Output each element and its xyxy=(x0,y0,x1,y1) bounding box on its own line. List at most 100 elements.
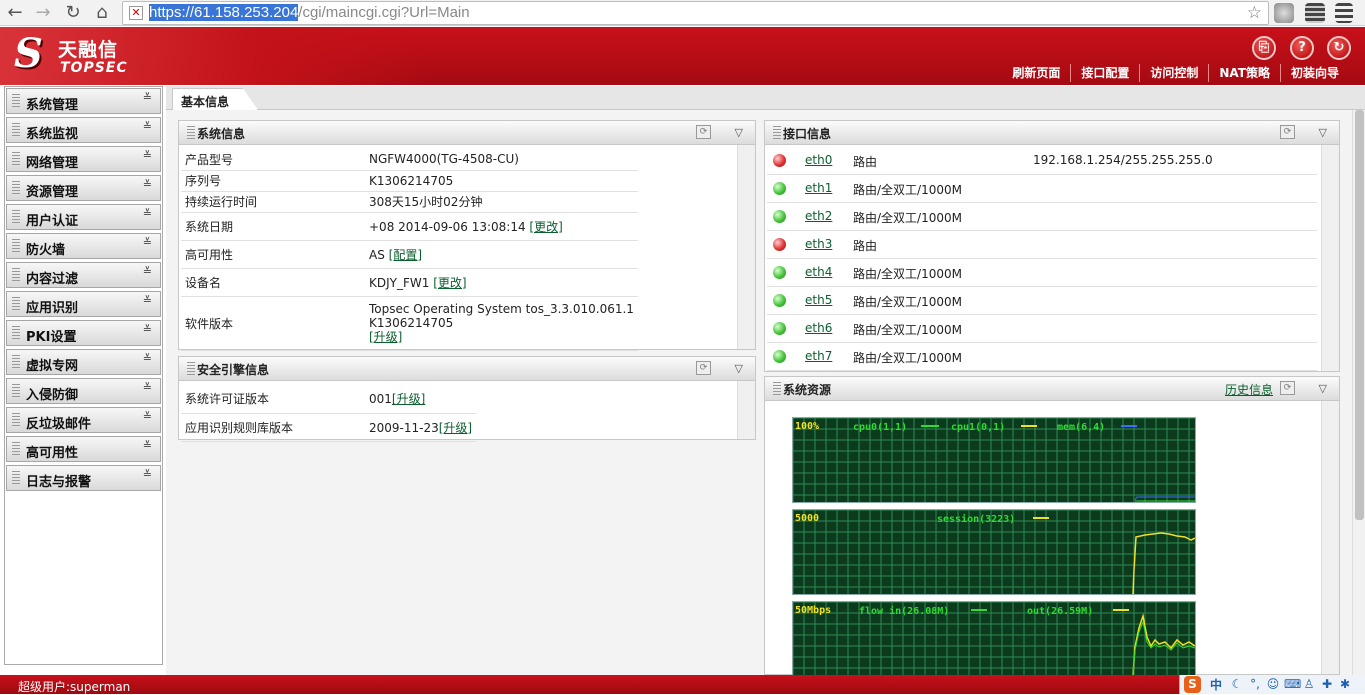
change-device-name-link[interactable]: [更改] xyxy=(433,276,466,290)
forward-icon[interactable]: → xyxy=(32,2,54,24)
sidebar-item-ips[interactable]: 入侵防御 ≚ xyxy=(6,378,161,404)
panel-title: 系统信息 xyxy=(197,127,246,141)
address-bar[interactable]: ✕ https://61.158.253.204/cgi/maincgi.cgi… xyxy=(122,1,1269,25)
extension-qr-icon[interactable] xyxy=(1305,3,1325,23)
keyboard-icon[interactable]: ⌨ xyxy=(1284,677,1301,691)
interface-link[interactable]: eth1 xyxy=(805,181,832,195)
flow-graph: 50Mbps flow in(26.08M) out(26.59M) xyxy=(792,601,1196,676)
grip-icon xyxy=(12,413,20,427)
grip-icon[interactable] xyxy=(773,382,781,396)
sidebar-item-resources[interactable]: 资源管理 ≚ xyxy=(6,175,161,201)
sidebar-item-firewall[interactable]: 防火墙 ≚ xyxy=(6,233,161,259)
sidebar-item-label: 内容过滤 xyxy=(26,272,79,287)
table-row: 序列号 K1306214705 xyxy=(181,170,638,192)
sidebar-item-vpn[interactable]: 虚拟专网 ≚ xyxy=(6,349,161,375)
ime-mode-label[interactable]: 中 xyxy=(1210,676,1222,693)
sidebar-item-app-recognition[interactable]: 应用识别 ≚ xyxy=(6,291,161,317)
reload-icon[interactable]: ↻ xyxy=(62,2,84,24)
nav-access-control[interactable]: 访问控制 xyxy=(1139,64,1208,82)
sidebar-item-pki[interactable]: PKI设置 ≚ xyxy=(6,320,161,346)
collapse-icon[interactable]: ▽ xyxy=(1319,126,1327,139)
collapse-icon[interactable]: ▽ xyxy=(735,362,743,375)
interface-link[interactable]: eth5 xyxy=(805,293,832,307)
sogou-ime-icon[interactable]: S xyxy=(1184,676,1201,693)
interface-mode: 路由 xyxy=(853,239,878,253)
interface-link[interactable]: eth6 xyxy=(805,321,832,335)
sidebar-item-system-monitor[interactable]: 系统监视 ≚ xyxy=(6,117,161,143)
moon-icon[interactable]: ☾ xyxy=(1230,677,1244,691)
refresh-icon[interactable]: ⟳ xyxy=(696,125,711,139)
info-key: 设备名 xyxy=(181,268,365,297)
grip-icon xyxy=(12,297,20,311)
grip-icon[interactable] xyxy=(187,126,195,140)
table-row: 系统许可证版本 001[升级] xyxy=(181,385,477,414)
smile-icon[interactable]: ☺ xyxy=(1266,677,1280,691)
help-icon[interactable]: ? xyxy=(1290,36,1314,60)
legend-session: session(3223) xyxy=(937,513,1015,525)
interface-row: eth3 路由 xyxy=(767,231,1317,259)
info-key: 产品型号 xyxy=(181,149,365,171)
collapse-icon[interactable]: ▽ xyxy=(1319,382,1327,395)
refresh-icon[interactable]: ⟳ xyxy=(696,361,711,375)
nav-setup-wizard[interactable]: 初装向导 xyxy=(1279,64,1349,82)
url-text[interactable]: https://61.158.253.204/cgi/maincgi.cgi?U… xyxy=(149,4,470,21)
sidebar-item-network[interactable]: 网络管理 ≚ xyxy=(6,146,161,172)
panel-scrollbar[interactable] xyxy=(1321,401,1339,674)
sidebar-item-anti-spam[interactable]: 反垃圾邮件 ≚ xyxy=(6,407,161,433)
refresh-icon[interactable]: ⟳ xyxy=(1280,125,1295,139)
upgrade-license-link[interactable]: [升级] xyxy=(392,392,425,406)
sidebar-item-logs-alerts[interactable]: 日志与报警 ≚ xyxy=(6,465,161,491)
logo-chinese: 天融信 xyxy=(58,39,119,61)
interface-mode: 路由/全双工/1000M xyxy=(853,323,962,337)
browser-menu-icon[interactable] xyxy=(1335,3,1353,23)
panel-scrollbar[interactable] xyxy=(1321,145,1339,371)
sidebar-item-system-management[interactable]: 系统管理 ≚ xyxy=(6,88,161,114)
interface-link[interactable]: eth4 xyxy=(805,265,832,279)
interface-link[interactable]: eth0 xyxy=(805,153,832,167)
table-row: 产品型号 NGFW4000(TG-4508-CU) xyxy=(181,149,638,171)
collapse-icon[interactable]: ▽ xyxy=(735,126,743,139)
grip-icon[interactable] xyxy=(187,362,195,376)
ha-config-link[interactable]: [配置] xyxy=(389,248,422,262)
engine-info-table: 系统许可证版本 001[升级] 应用识别规则库版本 2009-11-23[升级] xyxy=(181,385,477,442)
extension-globe-icon[interactable] xyxy=(1274,3,1294,23)
interface-link[interactable]: eth2 xyxy=(805,209,832,223)
refresh-icon[interactable]: ⟳ xyxy=(1280,381,1295,395)
change-date-link[interactable]: [更改] xyxy=(529,220,562,234)
bookmark-star-icon[interactable]: ☆ xyxy=(1247,3,1262,23)
grip-icon[interactable] xyxy=(773,126,781,140)
panel-scrollbar[interactable] xyxy=(737,381,755,439)
interface-link[interactable]: eth7 xyxy=(805,349,832,363)
save-icon[interactable]: ⎘ xyxy=(1252,36,1276,60)
tools-icon[interactable]: ✱ xyxy=(1338,677,1352,691)
panel-scrollbar[interactable] xyxy=(737,145,755,349)
sidebar-item-ha[interactable]: 高可用性 ≚ xyxy=(6,436,161,462)
sidebar-item-content-filter[interactable]: 内容过滤 ≚ xyxy=(6,262,161,288)
mem-line xyxy=(1134,496,1195,501)
nav-interface-config[interactable]: 接口配置 xyxy=(1070,64,1139,82)
page-scrollbar[interactable] xyxy=(1352,110,1365,675)
sidebar-item-user-auth[interactable]: 用户认证 ≚ xyxy=(6,204,161,230)
interface-link[interactable]: eth3 xyxy=(805,237,832,251)
sidebar: 系统管理 ≚ 系统监视 ≚ 网络管理 ≚ 资源管理 ≚ 用户认证 ≚ 防火墙 ≚ 内容过滤 ≚… xyxy=(4,86,163,665)
back-icon[interactable]: ← xyxy=(4,2,26,24)
chevron-down-icon: ≚ xyxy=(142,410,152,423)
punctuation-icon[interactable]: °, xyxy=(1248,677,1262,691)
info-value: K1306214705 xyxy=(365,170,638,192)
panel-title: 系统资源 xyxy=(783,383,832,397)
insecure-lock-icon[interactable]: ✕ xyxy=(129,6,143,20)
shirt-icon[interactable]: ✚ xyxy=(1320,677,1334,691)
tab-basic-info[interactable]: 基本信息 xyxy=(172,88,258,110)
logout-icon[interactable]: ↻ xyxy=(1327,36,1351,60)
panel-header: 系统资源 历史信息 ⟳ ▽ xyxy=(765,377,1339,401)
main-content: 系统信息 ⟳ ▽ 产品型号 NGFW4000(TG-4508-CU) 序列号 K13… xyxy=(166,110,1352,676)
user-icon[interactable]: ♙ xyxy=(1302,677,1316,691)
home-icon[interactable]: ⌂ xyxy=(91,2,113,24)
history-info-link[interactable]: 历史信息 xyxy=(1225,381,1273,398)
grip-icon xyxy=(12,268,20,282)
nav-refresh[interactable]: 刷新页面 xyxy=(1002,64,1070,82)
upgrade-rulebase-link[interactable]: [升级] xyxy=(439,421,472,435)
page-scrollbar-thumb[interactable] xyxy=(1355,110,1364,520)
nav-nat-policy[interactable]: NAT策略 xyxy=(1208,64,1280,82)
upgrade-software-link[interactable]: [升级] xyxy=(369,330,634,344)
